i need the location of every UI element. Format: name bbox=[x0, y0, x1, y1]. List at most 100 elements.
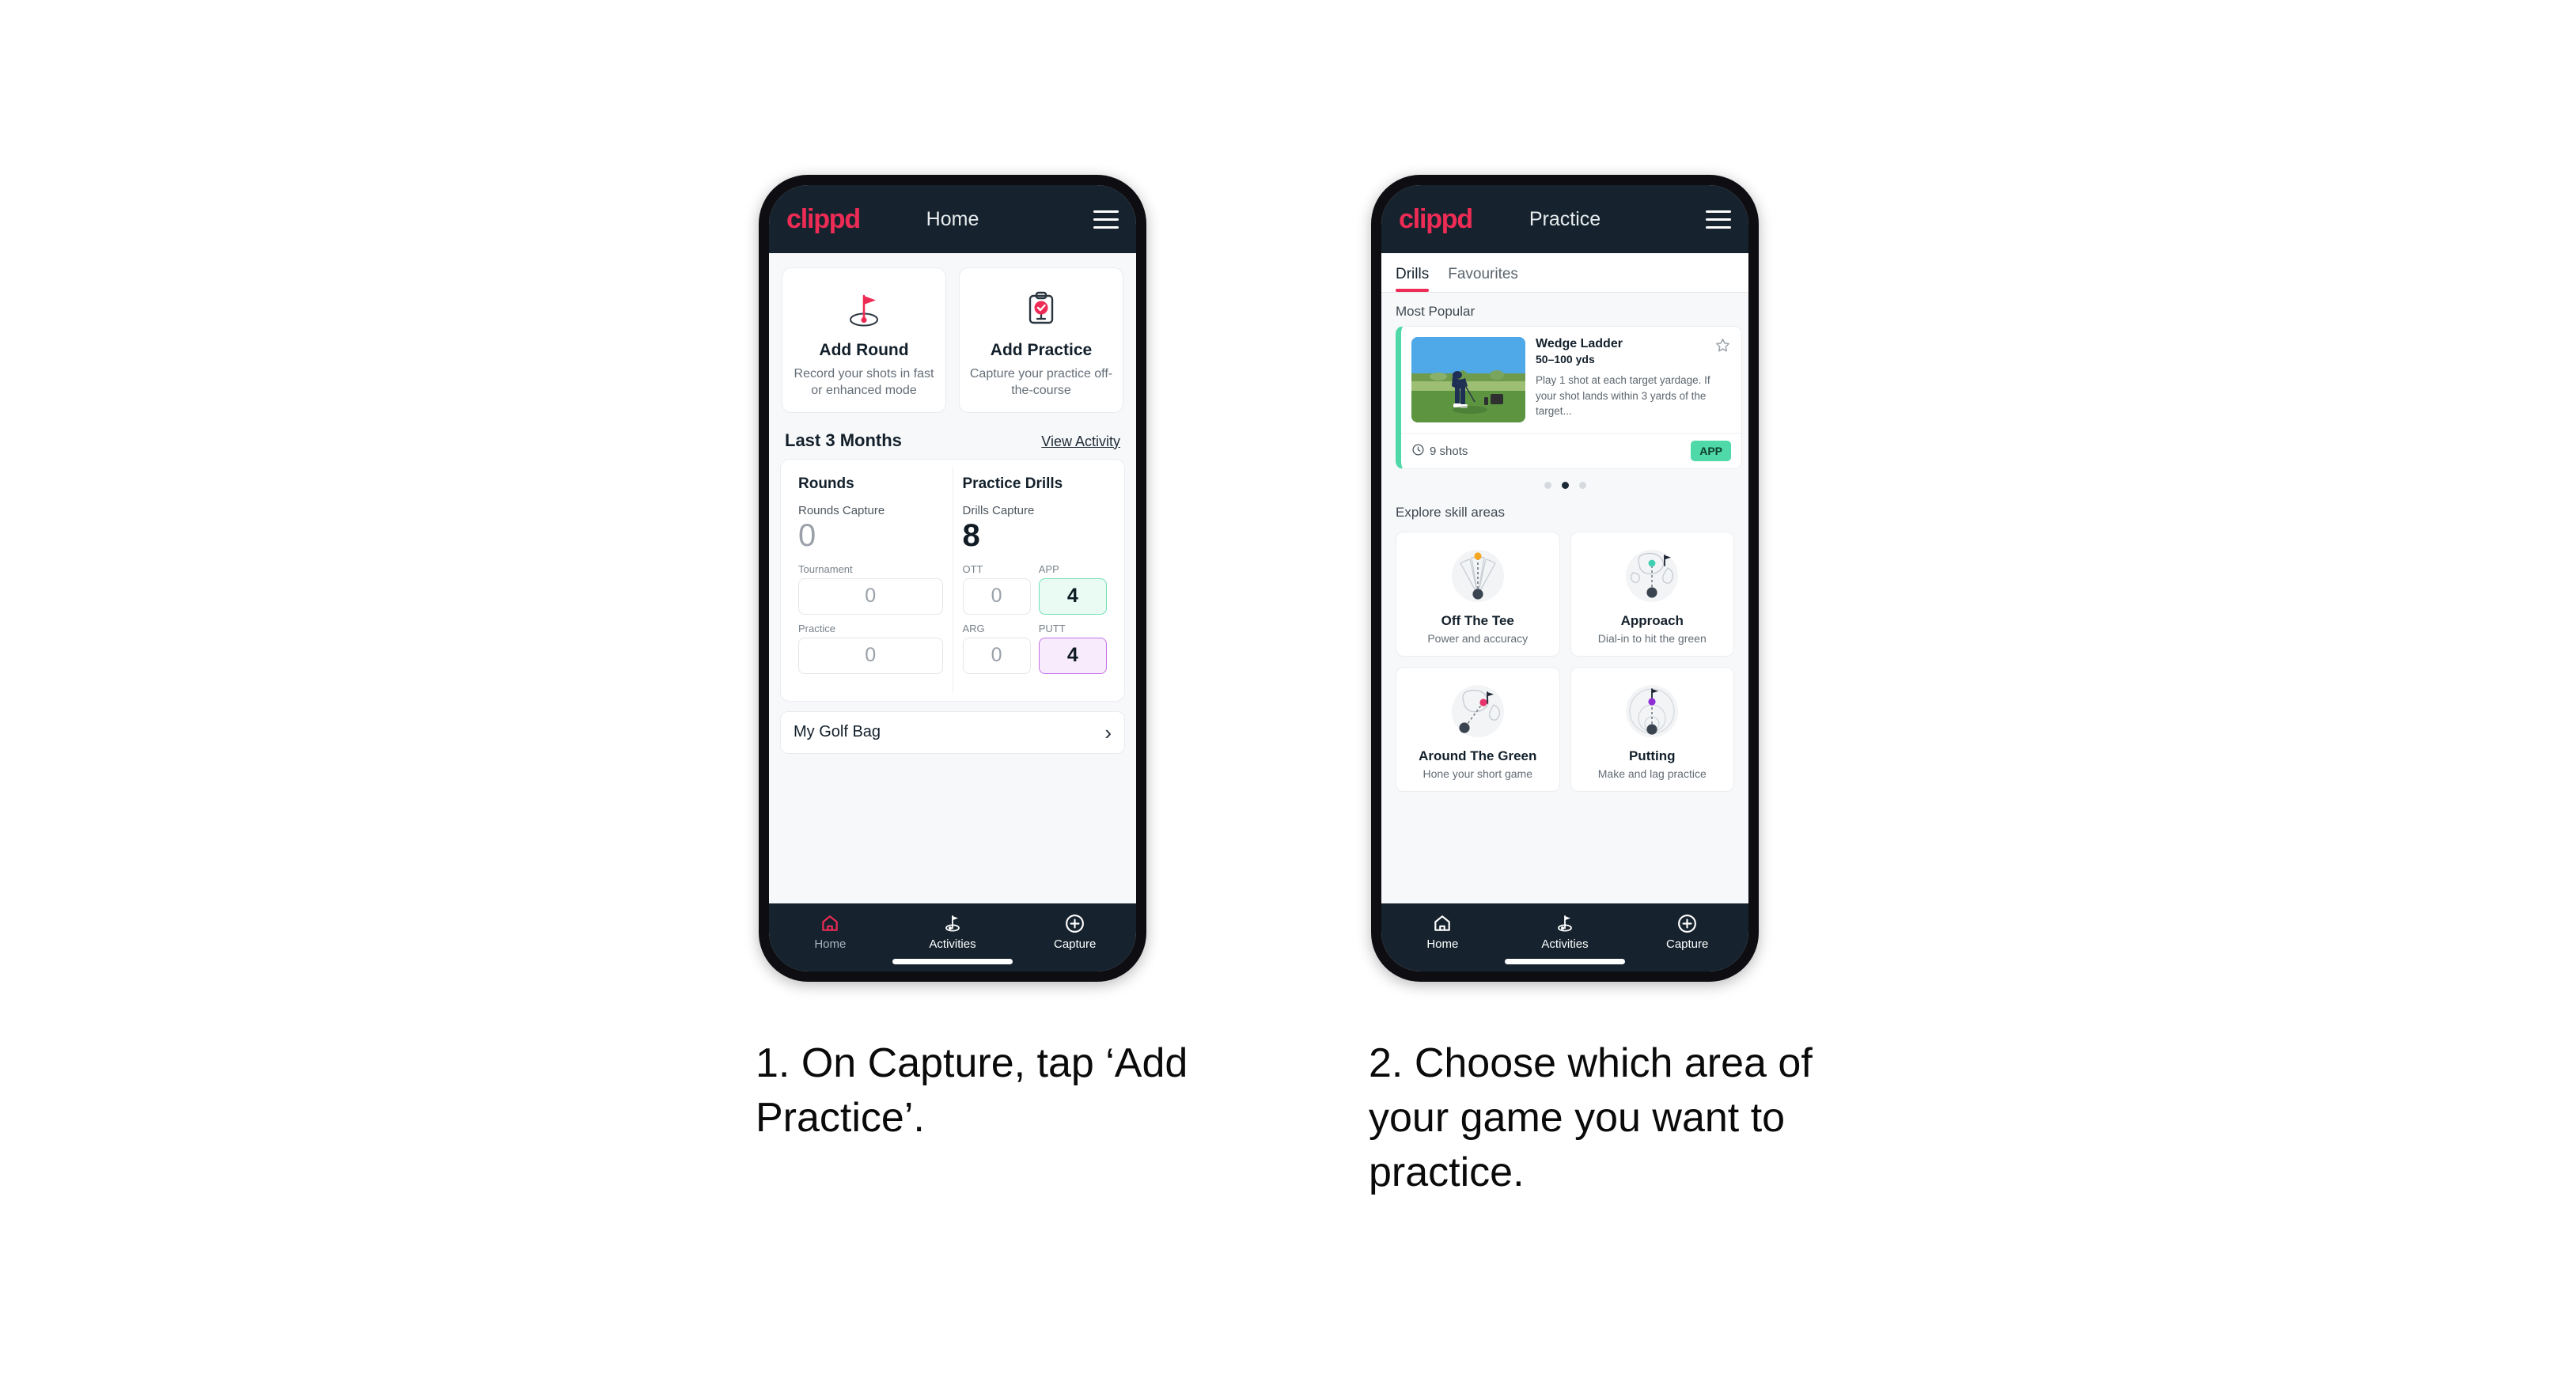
view-activity-link[interactable]: View Activity bbox=[1041, 434, 1120, 450]
add-practice-title: Add Practice bbox=[990, 341, 1093, 359]
rounds-column: Rounds Rounds Capture 0 Tournament 0 Pra… bbox=[789, 468, 953, 693]
quick-action-row: Add Round Record your shots in fast or e… bbox=[769, 253, 1136, 413]
home-indicator-bar bbox=[1505, 959, 1625, 964]
carousel-pagination-dots[interactable] bbox=[1381, 469, 1748, 494]
tournament-value-box[interactable]: 0 bbox=[798, 578, 943, 615]
approach-green-icon bbox=[1578, 543, 1728, 608]
drills-capture-value: 8 bbox=[962, 517, 980, 553]
practice-tabs: Drills Favourites bbox=[1381, 253, 1748, 293]
tee-shot-dispersion-icon bbox=[1403, 543, 1553, 608]
skill-subtitle: Make and lag practice bbox=[1597, 767, 1707, 780]
practice-drills-title: Practice Drills bbox=[962, 475, 1063, 492]
golf-activities-icon bbox=[1504, 911, 1627, 935]
nav-label-capture: Capture bbox=[1665, 937, 1709, 951]
drill-carousel[interactable]: Wedge Ladder 50–100 yds Play 1 shot at e… bbox=[1381, 326, 1748, 469]
skill-subtitle: Power and accuracy bbox=[1427, 632, 1529, 645]
nav-label-activities: Activities bbox=[1541, 937, 1589, 951]
add-round-subtitle: Record your shots in fast or enhanced mo… bbox=[794, 367, 934, 398]
home-icon bbox=[1381, 911, 1504, 935]
clock-icon bbox=[1411, 443, 1425, 460]
star-outline-icon[interactable] bbox=[1714, 337, 1731, 358]
carousel-dot-1[interactable] bbox=[1544, 482, 1551, 489]
skill-areas-grid: Off The Tee Power and accuracy Approach … bbox=[1381, 527, 1748, 792]
clipboard-check-icon bbox=[968, 284, 1115, 333]
nav-item-home[interactable]: Home bbox=[769, 911, 892, 951]
stats-panel: Rounds Rounds Capture 0 Tournament 0 Pra… bbox=[780, 458, 1125, 702]
nav-label-activities: Activities bbox=[929, 937, 976, 951]
add-practice-card[interactable]: Add Practice Capture your practice off-t… bbox=[959, 267, 1123, 413]
carousel-dot-3[interactable] bbox=[1578, 482, 1586, 489]
app-label: APP bbox=[1038, 562, 1059, 575]
skill-subtitle: Hone your short game bbox=[1422, 767, 1533, 780]
explore-skill-areas-label: Explore skill areas bbox=[1396, 505, 1505, 520]
caption-step-2: 2. Choose which area of your game you wa… bbox=[1369, 1040, 1813, 1196]
chip-green-icon bbox=[1403, 679, 1553, 744]
nav-item-capture[interactable]: Capture bbox=[1013, 911, 1136, 951]
skill-subtitle: Dial-in to hit the green bbox=[1597, 632, 1707, 645]
nav-item-activities[interactable]: Activities bbox=[1504, 911, 1627, 951]
plus-circle-icon bbox=[1626, 911, 1748, 935]
phone-screen-practice: clippd Practice Drills Favourites Most P… bbox=[1381, 185, 1748, 971]
last-3-months-header: Last 3 Months View Activity bbox=[769, 413, 1136, 459]
nav-label-home: Home bbox=[1426, 937, 1459, 951]
drills-row-1: OTT 0 APP 4 bbox=[962, 562, 1107, 623]
bottom-nav-home: Home Activities Capture bbox=[769, 903, 1136, 971]
nav-item-capture[interactable]: Capture bbox=[1626, 911, 1748, 951]
rounds-capture-label: Rounds Capture bbox=[798, 503, 885, 517]
drill-category-badge: APP bbox=[1691, 441, 1731, 461]
drills-capture-label: Drills Capture bbox=[962, 503, 1035, 517]
add-round-card[interactable]: Add Round Record your shots in fast or e… bbox=[782, 267, 946, 413]
golf-flag-icon bbox=[790, 284, 938, 333]
home-content: Add Round Record your shots in fast or e… bbox=[769, 253, 1136, 903]
arg-value-box[interactable]: 0 bbox=[962, 637, 1031, 674]
drill-name: Wedge Ladder bbox=[1536, 337, 1623, 350]
arg-label: ARG bbox=[962, 622, 985, 634]
bottom-nav-practice: Home Activities Capture bbox=[1381, 903, 1748, 971]
hamburger-icon[interactable] bbox=[1706, 210, 1731, 229]
add-practice-subtitle: Capture your practice off-the-course bbox=[969, 367, 1113, 398]
skill-card-off-the-tee[interactable]: Off The Tee Power and accuracy bbox=[1396, 532, 1560, 657]
golf-activities-icon bbox=[892, 911, 1014, 935]
skill-name: Around The Green bbox=[1419, 748, 1537, 763]
drill-thumbnail-image bbox=[1411, 337, 1525, 422]
skill-name: Approach bbox=[1620, 613, 1684, 628]
drill-card-wedge-ladder[interactable]: Wedge Ladder 50–100 yds Play 1 shot at e… bbox=[1396, 326, 1742, 469]
nav-label-home: Home bbox=[814, 937, 847, 951]
nav-label-capture: Capture bbox=[1053, 937, 1097, 951]
ott-value-box[interactable]: 0 bbox=[962, 578, 1031, 615]
tab-favourites[interactable]: Favourites bbox=[1438, 266, 1528, 292]
rounds-title: Rounds bbox=[798, 475, 854, 492]
drill-yardage: 50–100 yds bbox=[1536, 353, 1595, 365]
app-bar-home: clippd Home bbox=[769, 185, 1136, 253]
my-golf-bag-label: My Golf Bag bbox=[794, 723, 881, 741]
phone-screen-home: clippd Home Add Round Record your shots … bbox=[769, 185, 1136, 971]
caption-step-1: 1. On Capture, tap ‘Add Practice’. bbox=[756, 1040, 1188, 1142]
skill-name: Putting bbox=[1628, 748, 1676, 763]
phone-device-practice: clippd Practice Drills Favourites Most P… bbox=[1371, 175, 1759, 982]
skill-card-putting[interactable]: Putting Make and lag practice bbox=[1570, 667, 1734, 792]
ott-label: OTT bbox=[962, 562, 983, 575]
skill-card-approach[interactable]: Approach Dial-in to hit the green bbox=[1570, 532, 1734, 657]
carousel-dot-2[interactable] bbox=[1561, 482, 1569, 489]
practice-value-box[interactable]: 0 bbox=[798, 637, 943, 674]
drill-info: Wedge Ladder 50–100 yds Play 1 shot at e… bbox=[1536, 337, 1731, 422]
my-golf-bag-row[interactable]: My Golf Bag › bbox=[780, 710, 1125, 754]
putt-value-box[interactable]: 4 bbox=[1038, 637, 1107, 674]
nav-item-home[interactable]: Home bbox=[1381, 911, 1504, 951]
home-icon bbox=[769, 911, 892, 935]
skill-card-around-the-green[interactable]: Around The Green Hone your short game bbox=[1396, 667, 1560, 792]
app-value-box[interactable]: 4 bbox=[1038, 578, 1107, 615]
hamburger-icon[interactable] bbox=[1093, 210, 1119, 229]
nav-item-activities[interactable]: Activities bbox=[892, 911, 1014, 951]
drills-row-2: ARG 0 PUTT 4 bbox=[962, 622, 1107, 682]
practice-drills-column: Practice Drills Drills Capture 8 OTT 0 A… bbox=[952, 467, 1117, 693]
home-indicator-bar bbox=[892, 959, 1013, 964]
practice-label: Practice bbox=[798, 622, 835, 634]
putt-label: PUTT bbox=[1038, 622, 1066, 634]
section-title: Last 3 Months bbox=[785, 430, 902, 450]
chevron-right-icon: › bbox=[1104, 720, 1112, 744]
drill-shots: 9 shots bbox=[1411, 443, 1468, 460]
tab-drills[interactable]: Drills bbox=[1396, 266, 1438, 292]
skill-name: Off The Tee bbox=[1441, 613, 1514, 628]
drill-card-body: Wedge Ladder 50–100 yds Play 1 shot at e… bbox=[1401, 327, 1741, 433]
